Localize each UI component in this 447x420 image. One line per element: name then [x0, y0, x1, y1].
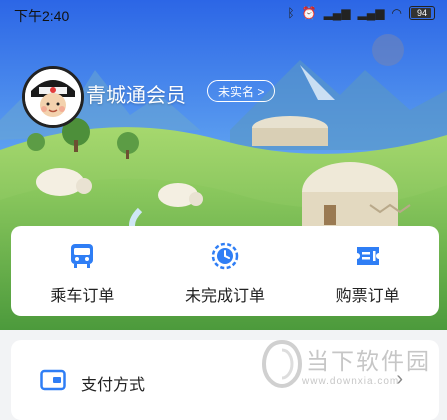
alarm-icon: ⏰	[301, 6, 317, 20]
ticket-icon	[356, 247, 379, 265]
wallet-icon	[40, 369, 66, 391]
watermark: 当下软件园 www.downxia.com	[262, 336, 447, 396]
ticket-orders-label: 购票订单	[335, 288, 400, 305]
bus-icon	[71, 244, 94, 268]
signal-icon: ▂▄▆	[357, 6, 385, 20]
real-name-auth-button[interactable]: 未实名 >	[207, 80, 276, 102]
watermark-title: 当下软件园	[306, 348, 431, 374]
ride-orders-button[interactable]: 乘车订单	[11, 226, 154, 316]
status-icons: ᛒ ⏰ ▂▄▆ ▂▄▆ ◠ 94	[287, 5, 435, 21]
clock-icon	[211, 242, 239, 270]
status-bar: 下午2:40 ᛒ ⏰ ▂▄▆ ▂▄▆ ◠ 94	[0, 0, 447, 30]
wifi-icon: ◠	[391, 6, 402, 20]
avatar[interactable]	[22, 66, 84, 128]
bluetooth-icon: ᛒ	[287, 6, 295, 20]
hd-signal-icon: ▂▄▆	[323, 6, 351, 20]
battery-level: 94	[416, 8, 427, 18]
incomplete-orders-label: 未完成订单	[185, 288, 266, 305]
ticket-orders-button[interactable]: 购票订单	[296, 226, 439, 316]
watermark-url: www.downxia.com	[302, 376, 400, 387]
orders-card: 乘车订单 未完成订单 购票订单	[11, 226, 439, 316]
watermark-logo	[262, 340, 302, 388]
incomplete-orders-button[interactable]: 未完成订单	[154, 226, 297, 316]
ride-orders-label: 乘车订单	[50, 288, 115, 305]
username: 青城通会员	[86, 85, 186, 107]
battery-icon: 94	[409, 6, 435, 20]
payment-method-label: 支付方式	[81, 377, 146, 394]
status-time: 下午2:40	[14, 8, 70, 24]
